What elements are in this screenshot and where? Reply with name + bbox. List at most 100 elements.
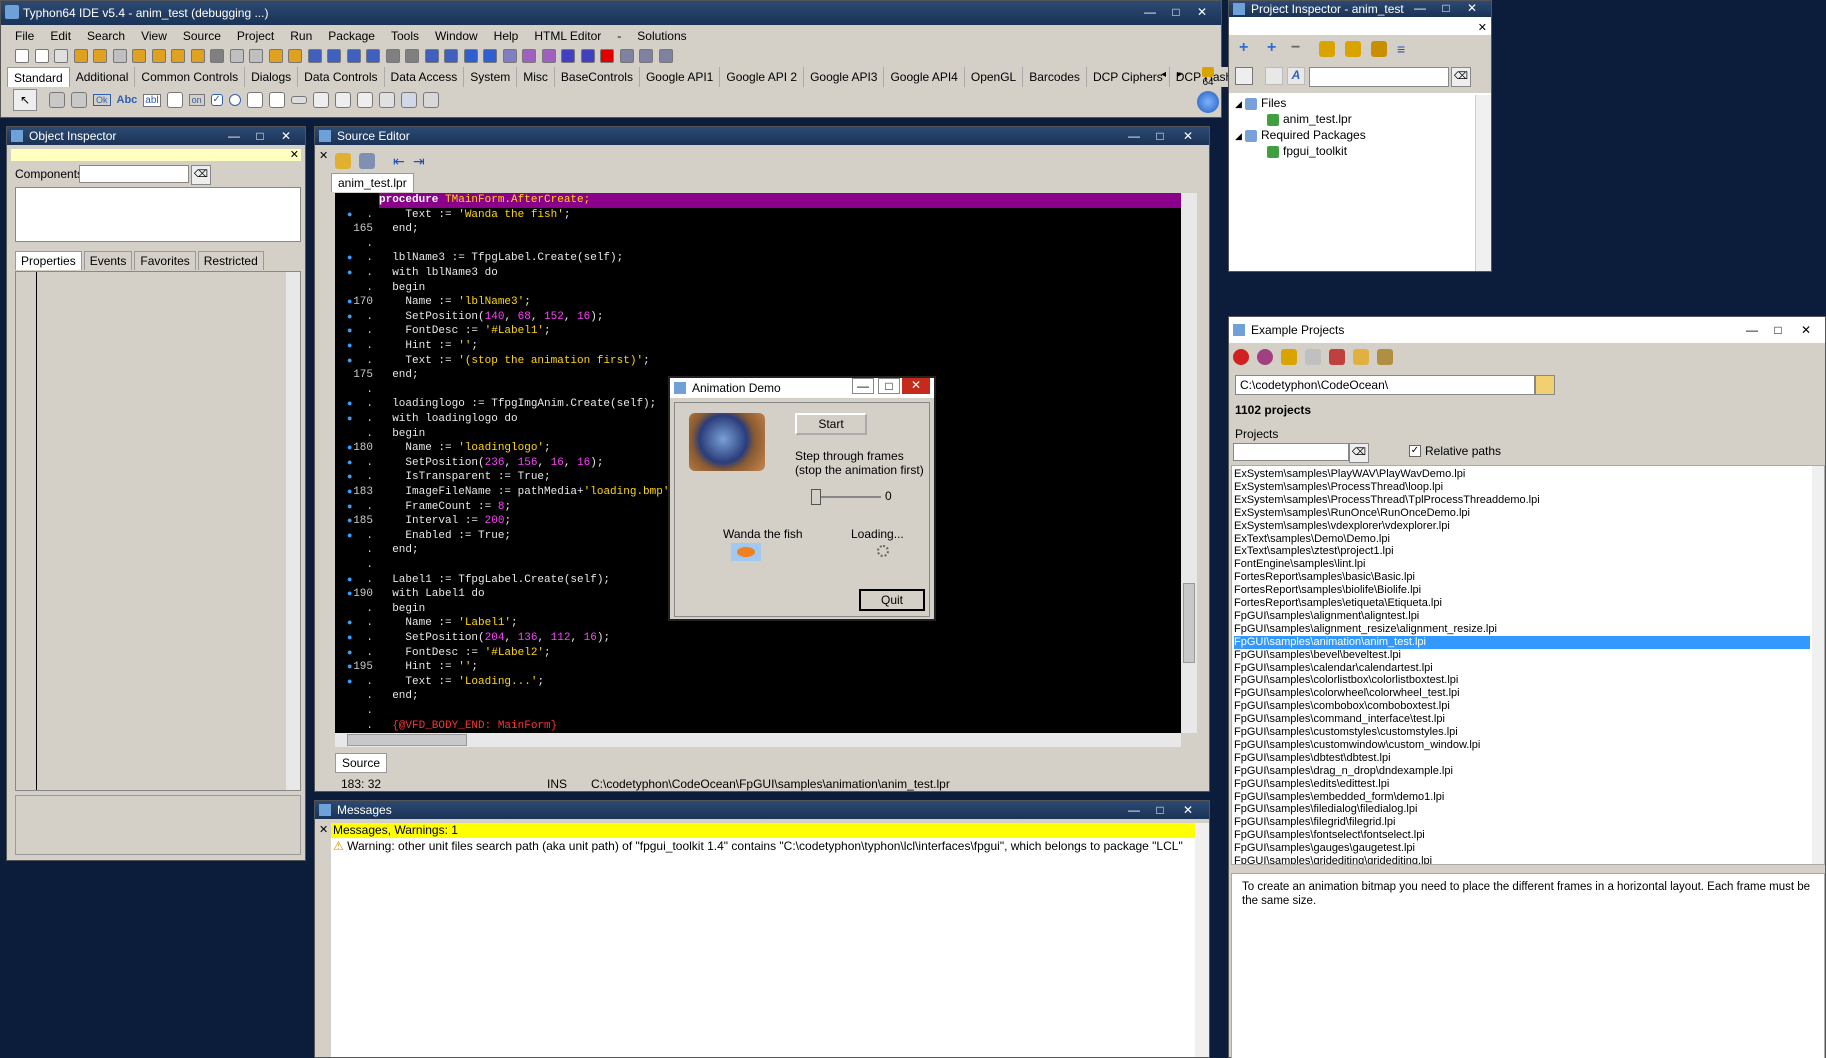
expand-icon[interactable]: ◢ (1235, 96, 1245, 112)
code-line[interactable]: ●. with lblName3 do (335, 266, 1181, 281)
add-file-icon[interactable]: + (1267, 39, 1276, 57)
clear-filter-icon[interactable]: ⌫ (191, 165, 211, 185)
toolbar-icon-0[interactable] (15, 49, 29, 63)
combobox-icon[interactable] (268, 92, 285, 108)
minimize-icon[interactable]: — (221, 127, 247, 145)
toolbar-icon-33[interactable] (658, 49, 673, 63)
toolbar-icon-24[interactable] (483, 49, 497, 63)
tree-node[interactable]: anim_test.lpr (1235, 111, 1485, 127)
open-project-icon[interactable] (1281, 349, 1297, 365)
menu-item-1[interactable]: Edit (42, 25, 79, 47)
folder-icon[interactable] (1353, 349, 1369, 365)
editor-hand-icon[interactable] (335, 153, 351, 169)
project-list-item[interactable]: FpGUI\samples\gridediting\gridediting.lp… (1234, 855, 1810, 864)
palette-tab-12[interactable]: Google API4 (884, 67, 965, 87)
editor-panel-close-icon[interactable]: ✕ (319, 149, 328, 162)
palette-tab-5[interactable]: Data Access (385, 67, 465, 87)
oi-tab-favorites[interactable]: Favorites (134, 251, 196, 270)
project-list-item[interactable]: FpGUI\samples\edits\edittest.lpi (1234, 778, 1810, 791)
project-list-item[interactable]: ExText\samples\ztest\project1.lpi (1234, 545, 1810, 558)
minimize-icon[interactable]: — (1137, 3, 1163, 21)
toolbar-icon-19[interactable] (385, 49, 400, 63)
messages-panel-close-icon[interactable]: ✕ (319, 823, 328, 836)
toolbar-icon-31[interactable] (619, 49, 634, 63)
actionlist-icon[interactable] (422, 92, 439, 108)
maximize-icon[interactable]: □ (1765, 321, 1791, 339)
close-icon[interactable]: ✕ (1175, 127, 1201, 145)
browse-folder-icon[interactable] (1535, 375, 1555, 395)
menu-item-5[interactable]: Project (229, 25, 282, 47)
project-list-item[interactable]: FpGUI\samples\filegrid\filegrid.lpi (1234, 816, 1810, 829)
toolbar-icon-15[interactable] (307, 49, 322, 63)
relative-paths-checkbox[interactable]: ✓ (1409, 445, 1421, 457)
refresh-icon[interactable] (1257, 349, 1273, 365)
toggle-component-icon[interactable]: on (188, 94, 205, 106)
radiogroup-icon[interactable] (334, 92, 351, 108)
toolbar-icon-21[interactable] (424, 49, 439, 63)
project-list-item[interactable]: FpGUI\samples\customstyles\customstyles.… (1234, 726, 1810, 739)
palette-tab-10[interactable]: Google API 2 (720, 67, 805, 87)
project-list-item[interactable]: FortesReport\samples\biolife\Biolife.lpi (1234, 584, 1810, 597)
menu-item-12[interactable]: - (609, 25, 629, 47)
palette-scroll-right-icon[interactable]: ▸ (1177, 69, 1182, 80)
menu-item-8[interactable]: Tools (383, 25, 427, 47)
oi-tab-properties[interactable]: Properties (15, 251, 82, 270)
scrollbar-icon[interactable] (290, 96, 307, 104)
code-line[interactable]: ●. FontDesc := '#Label2'; (335, 646, 1181, 661)
project-list-item[interactable]: FpGUI\samples\fontselect\fontselect.lpi (1234, 829, 1810, 842)
clear-filter-icon[interactable]: ⌫ (1349, 443, 1369, 463)
tree-node[interactable]: ◢ Files (1235, 95, 1485, 111)
source-bottom-tab[interactable]: Source (335, 753, 388, 773)
toolbar-icon-30[interactable] (600, 49, 614, 63)
remove-project-icon[interactable] (1329, 349, 1345, 365)
editor-back-icon[interactable]: ⇤ (393, 153, 405, 170)
memo-icon[interactable] (166, 92, 183, 108)
code-line[interactable]: ●. SetPosition(140, 68, 152, 16); (335, 310, 1181, 325)
toolbar-icon-23[interactable] (463, 49, 478, 63)
palette-tab-1[interactable]: Additional (70, 67, 136, 87)
toolbar-icon-7[interactable] (151, 49, 166, 63)
toolbar-icon-26[interactable] (522, 49, 536, 63)
project-list-item[interactable]: FpGUI\samples\gauges\gaugetest.lpi (1234, 842, 1810, 855)
toolbar-icon-17[interactable] (346, 49, 361, 63)
project-list-item[interactable]: FortesReport\samples\etiqueta\Etiqueta.l… (1234, 597, 1810, 610)
toolbar-icon-1[interactable] (34, 49, 49, 63)
hscroll-thumb[interactable] (347, 734, 467, 746)
filter-a-icon[interactable]: A (1287, 67, 1305, 85)
maximize-icon[interactable]: □ (878, 378, 900, 394)
menu-item-11[interactable]: HTML Editor (526, 25, 609, 47)
menu-item-13[interactable]: Solutions (629, 25, 694, 47)
minimize-icon[interactable]: — (852, 378, 874, 394)
palette-tab-3[interactable]: Dialogs (245, 67, 299, 87)
components-filter-input[interactable] (79, 165, 189, 183)
vscroll-thumb[interactable] (1183, 583, 1195, 663)
project-list-item[interactable]: FpGUI\samples\dbtest\dbtest.lpi (1234, 752, 1810, 765)
close-icon[interactable]: ✕ (1793, 321, 1819, 339)
close-icon[interactable]: ✕ (273, 127, 299, 145)
palette-tab-15[interactable]: DCP Ciphers (1087, 67, 1170, 87)
palette-tab-8[interactable]: BaseControls (555, 67, 640, 87)
oi-tab-restricted[interactable]: Restricted (197, 251, 264, 270)
palette-tab-0[interactable]: Standard (7, 67, 70, 87)
file-tab[interactable]: anim_test.lpr (331, 173, 414, 192)
project-list-item[interactable]: FpGUI\samples\alignment\aligntest.lpi (1234, 610, 1810, 623)
palette-scroll-left-icon[interactable]: ◂ (1161, 69, 1166, 80)
grid-scrollbar[interactable] (286, 272, 300, 790)
menu-icon[interactable]: ≡ (1397, 41, 1405, 57)
projects-list[interactable]: ExSystem\samples\PlayWAV\PlayWavDemo.lpi… (1231, 465, 1825, 865)
label-component-icon[interactable]: Abc (117, 94, 138, 106)
messages-scrollbar[interactable] (1195, 823, 1209, 1057)
component-tree[interactable] (15, 187, 301, 242)
groupbox-icon[interactable] (312, 92, 329, 108)
menu-item-2[interactable]: Search (79, 25, 133, 47)
code-line[interactable]: . {@VFD_BODY_END: MainForm} (335, 719, 1181, 733)
project-list-item[interactable]: FpGUI\samples\alignment_resize\alignment… (1234, 623, 1810, 636)
toolbar-icon-32[interactable] (639, 49, 653, 63)
radio-icon[interactable] (228, 94, 241, 106)
toolbar-icon-2[interactable] (54, 49, 68, 63)
toolbar-icon-29[interactable] (580, 49, 595, 63)
main-menu-icon[interactable] (49, 92, 65, 108)
code-line[interactable]: . begin (335, 281, 1181, 296)
toolbar-icon-12[interactable] (249, 49, 263, 63)
quit-button[interactable]: Quit (859, 589, 925, 611)
